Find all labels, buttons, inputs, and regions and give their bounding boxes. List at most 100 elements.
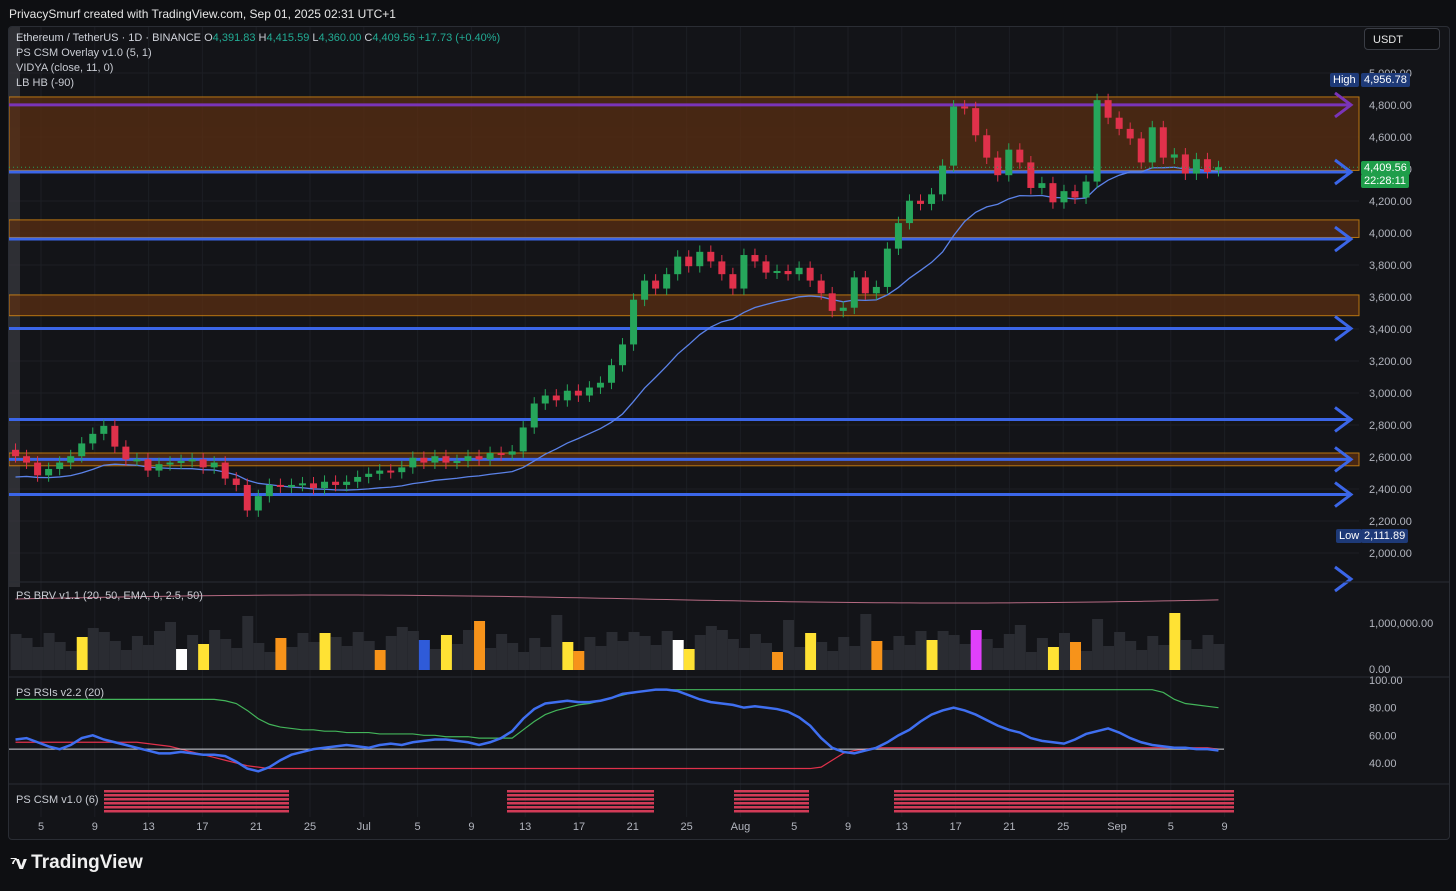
brv-bar: [694, 635, 706, 670]
candle-body: [751, 255, 759, 262]
high-label: H: [258, 32, 267, 44]
pane-label-csm[interactable]: PS CSM v1.0 (6): [16, 794, 99, 806]
candle-body: [1126, 128, 1134, 139]
chart-panel[interactable]: 5,000.004,800.004,600.004,400.004,200.00…: [8, 26, 1450, 840]
brv-bar: [1014, 625, 1026, 670]
candle-body: [442, 456, 450, 463]
high-tag-value: 4,956.78: [1361, 73, 1410, 87]
candle-body: [1093, 100, 1101, 182]
brv-bar: [1003, 634, 1015, 670]
change-value: +17.73 (+0.40%): [418, 32, 501, 44]
time-axis-label: 13: [142, 821, 154, 833]
rsi-axis-label: 40.00: [1369, 758, 1397, 770]
indicator-legend-csm-overlay[interactable]: PS CSM Overlay v1.0 (5, 1): [16, 47, 152, 59]
brv-bar: [970, 630, 982, 670]
brv-bar: [992, 648, 1004, 670]
candle-body: [287, 484, 295, 487]
candle-body: [850, 277, 858, 308]
time-axis-label: 17: [573, 821, 585, 833]
candle-body: [398, 467, 406, 473]
price-axis-label: 2,800.00: [1369, 420, 1412, 432]
time-axis-label: 21: [627, 821, 639, 833]
time-axis-label: 25: [304, 821, 316, 833]
brv-bar: [749, 634, 761, 670]
open-label: O: [204, 32, 213, 44]
time-axis-label: 13: [896, 821, 908, 833]
level-arrow-icon: [1334, 565, 1354, 593]
price-axis-label: 3,800.00: [1369, 260, 1412, 272]
brv-bar: [352, 632, 364, 670]
candle-body: [1071, 191, 1079, 198]
brv-bar: [109, 641, 121, 670]
csm-bar: [734, 790, 809, 793]
brv-bar: [595, 646, 607, 670]
candle-body: [917, 200, 924, 204]
brv-bar: [10, 634, 22, 670]
symbol-legend[interactable]: Ethereum / TetherUS · 1D · BINANCE O4,39…: [16, 32, 500, 44]
candle-body: [354, 476, 362, 482]
candle-body: [332, 481, 340, 485]
time-axis-label: 21: [250, 821, 262, 833]
candle-body: [133, 459, 141, 462]
candle-body: [365, 473, 373, 477]
indicator-legend-lbhb[interactable]: LB HB (-90): [16, 77, 74, 89]
candle-body: [839, 307, 847, 311]
price-axis-label: 2,000.00: [1369, 548, 1412, 560]
brv-bar: [794, 647, 806, 670]
candle-body: [530, 403, 538, 428]
candle-body: [376, 470, 384, 474]
pane-label-rsi[interactable]: PS RSIs v2.2 (20): [16, 687, 104, 699]
candle-body: [453, 460, 461, 463]
candle-body: [894, 223, 902, 249]
time-axis-label: 9: [1222, 821, 1228, 833]
symbol-title[interactable]: Ethereum / TetherUS · 1D · BINANCE: [16, 32, 201, 44]
brv-bar: [363, 641, 375, 670]
brv-bar: [1169, 613, 1181, 670]
candle-body: [641, 280, 649, 300]
brv-bar: [1125, 641, 1137, 670]
candle-body: [729, 274, 737, 289]
candle-body: [1049, 183, 1057, 203]
brv-bar: [1103, 646, 1115, 670]
currency-button[interactable]: USDT: [1364, 28, 1440, 50]
candle-body: [1104, 100, 1112, 118]
candle-body: [1016, 149, 1024, 163]
footer-brand: TradingView: [31, 852, 143, 873]
candle-body: [23, 456, 31, 463]
brv-bar: [1213, 644, 1225, 670]
tradingview-logo-icon: ⁷ⅴ: [10, 852, 27, 873]
brv-bar: [1158, 645, 1170, 670]
brv-bar: [54, 642, 66, 670]
candle-body: [994, 157, 1002, 176]
brv-bar: [882, 650, 894, 670]
brv-bar: [860, 614, 872, 670]
candle-body: [1214, 167, 1222, 171]
candle-body: [552, 395, 560, 401]
tradingview-footer[interactable]: ⁷ⅴ TradingView: [10, 852, 143, 874]
time-axis-label: 25: [680, 821, 692, 833]
brv-bar: [242, 616, 254, 670]
indicator-legend-vidya[interactable]: VIDYA (close, 11, 0): [16, 62, 113, 74]
brv-bar: [440, 635, 452, 670]
brv-bar: [518, 652, 530, 670]
candle-body: [111, 425, 119, 447]
countdown-tag: 22:28:11: [1361, 174, 1410, 188]
pane-label-brv[interactable]: PS BRV v1.1 (20, 50, EMA, 0, 2.5, 50): [16, 590, 203, 602]
chart-svg[interactable]: 5,000.004,800.004,600.004,400.004,200.00…: [9, 27, 1449, 839]
brv-bar: [131, 636, 143, 670]
candle-body: [89, 433, 97, 444]
rsi-axis-label: 60.00: [1369, 730, 1397, 742]
brv-bar: [716, 630, 728, 670]
time-axis-label: 17: [196, 821, 208, 833]
brv-bar: [639, 636, 651, 670]
candle-body: [795, 267, 803, 275]
time-axis-label: 5: [1168, 821, 1174, 833]
brv-bar: [1081, 651, 1093, 670]
brv-bar: [65, 651, 77, 670]
brv-bar: [871, 641, 883, 670]
brv-bar: [937, 631, 949, 670]
brv-bar: [87, 628, 99, 670]
brv-bar: [529, 638, 541, 670]
brv-bar: [21, 638, 33, 670]
brv-bar: [319, 633, 331, 670]
